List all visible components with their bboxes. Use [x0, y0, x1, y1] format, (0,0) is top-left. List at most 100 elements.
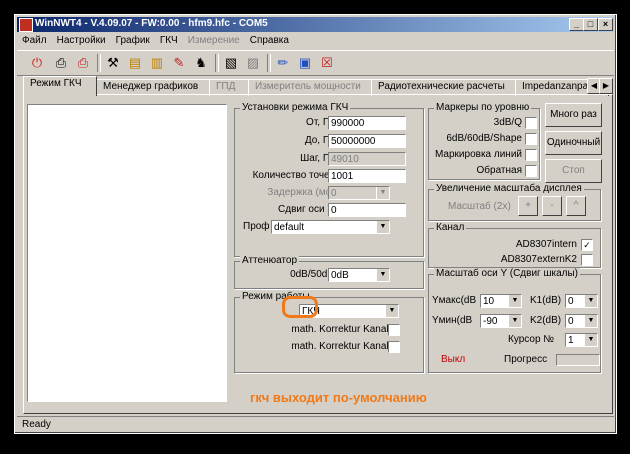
y-scale-group: Масштаб оси Y (Сдвиг шкалы) Yмакс(dB 10 ▼… — [428, 268, 601, 373]
tab-sweep[interactable]: Режим ГКЧ — [23, 76, 97, 96]
save-icon[interactable]: ▣ — [295, 53, 315, 73]
shift-input[interactable]: 0 — [328, 203, 406, 217]
points-input[interactable]: 1001 — [328, 169, 406, 183]
progress-label: Прогресс — [504, 354, 548, 365]
ymin-label: Yмин(dB — [432, 315, 473, 326]
maximize-icon[interactable]: □ — [583, 18, 598, 31]
print-color-icon[interactable]: ⎙ — [73, 53, 93, 73]
pencil-icon[interactable]: ✏ — [273, 53, 293, 73]
marker-3db-checkbox[interactable] — [525, 117, 537, 129]
marker-lines-label: Маркировка линий — [434, 149, 522, 160]
mode-group: Режим работы ГКЧ ▼ math. Korrektur Kanal … — [234, 291, 424, 373]
zoom-up-button[interactable]: ^ — [566, 196, 586, 216]
attenuator-title: Аттенюатор — [240, 255, 300, 266]
off-label: Выкл — [441, 354, 466, 365]
title-bar[interactable]: WinNWT4 - V.4.09.07 - FW:0.00 - hfm9.hfc… — [17, 17, 614, 32]
k2-label: K2(dB) — [530, 315, 562, 326]
menu-help[interactable]: Справка — [245, 34, 294, 47]
korrektur-2-label: math. Korrektur Kanal 2 — [291, 341, 397, 352]
close-icon[interactable]: × — [598, 18, 613, 31]
channel-title: Канал — [434, 222, 467, 233]
marker-inverse-checkbox[interactable] — [525, 165, 537, 177]
app-icon — [19, 18, 33, 32]
linux-icon[interactable]: ♞ — [191, 53, 211, 73]
y-scale-title: Масштаб оси Y (Сдвиг шкалы) — [434, 268, 580, 279]
k1-select[interactable]: 0 ▼ — [565, 294, 598, 308]
channel-group: Канал AD8307intern ✓ AD8307externK2 — [428, 222, 601, 268]
export-icon[interactable]: ▧ — [221, 53, 241, 73]
ymin-select[interactable]: -90 ▼ — [480, 314, 522, 328]
menu-bar: Файл Настройки График ГКЧ Измерение Справка — [17, 34, 294, 49]
delete-icon[interactable]: ☒ — [317, 53, 337, 73]
zoom-label: Масштаб (2x) — [448, 201, 511, 212]
marker-icon[interactable]: ✎ — [169, 53, 189, 73]
attenuator-select[interactable]: 0dB ▼ — [328, 268, 390, 282]
delay-select: 0 ▼ — [328, 186, 390, 200]
menu-measure[interactable]: Измерение — [183, 34, 245, 47]
k2-select[interactable]: 0 ▼ — [565, 314, 598, 328]
stop-button[interactable]: Стоп — [545, 159, 602, 183]
toolbar-separator — [215, 54, 219, 72]
korrektur-2-checkbox[interactable] — [388, 341, 400, 353]
profile-select[interactable]: default ▼ — [271, 220, 390, 234]
chart-open-icon[interactable]: ▤ — [125, 53, 145, 73]
marker-6db-checkbox[interactable] — [525, 133, 537, 145]
chart-save-icon[interactable]: ▥ — [147, 53, 167, 73]
zoom-plus-button[interactable]: + — [518, 196, 538, 216]
single-sweep-button[interactable]: Одиночный — [545, 131, 602, 155]
level-markers-title: Маркеры по уровню — [434, 102, 532, 113]
chevron-down-icon: ▼ — [376, 269, 389, 281]
channel-intern-label: AD8307intern — [515, 239, 577, 250]
annotation-text: гкч выходит по-умолчанию — [250, 390, 427, 405]
menu-settings[interactable]: Настройки — [52, 34, 111, 47]
ymax-label: Yмакс(dB — [432, 295, 477, 306]
menu-file[interactable]: Файл — [17, 34, 52, 47]
marker-lines-checkbox[interactable] — [525, 149, 537, 161]
progress-bar — [556, 354, 600, 366]
zoom-title: Увеличение масштаба дисплея — [434, 183, 584, 194]
power-icon[interactable]: ⏻ — [27, 53, 47, 73]
ymax-select[interactable]: 10 ▼ — [480, 294, 522, 308]
marker-inverse-label: Обратная — [476, 165, 523, 176]
export-all-icon[interactable]: ▨ — [243, 53, 263, 73]
shift-label: Сдвиг оси Y — [278, 204, 334, 215]
chevron-down-icon: ▼ — [376, 221, 389, 233]
menu-graph[interactable]: График — [111, 34, 155, 47]
annotation-highlight — [282, 296, 318, 318]
chevron-down-icon: ▼ — [584, 315, 597, 327]
marker-3db-label: 3dB/Q — [493, 117, 522, 128]
main-window: WinNWT4 - V.4.09.07 - FW:0.00 - hfm9.hfc… — [14, 14, 617, 434]
chevron-down-icon: ▼ — [508, 315, 521, 327]
sweep-settings-title: Установки режима ГКЧ — [240, 102, 351, 113]
multi-sweep-button[interactable]: Много раз — [545, 103, 602, 127]
check-icon: ✓ — [583, 240, 591, 250]
cursor-select[interactable]: 1 ▼ — [565, 333, 598, 347]
chevron-down-icon: ▼ — [584, 334, 597, 346]
channel-intern-checkbox[interactable]: ✓ — [581, 239, 593, 251]
chevron-down-icon: ▼ — [584, 295, 597, 307]
chevron-down-icon: ▼ — [508, 295, 521, 307]
tools-icon[interactable]: ⚒ — [103, 53, 123, 73]
menu-sweep[interactable]: ГКЧ — [155, 34, 183, 47]
to-input[interactable]: 50000000 — [328, 134, 406, 148]
chevron-down-icon: ▼ — [385, 305, 398, 317]
minimize-icon[interactable]: _ — [569, 18, 584, 31]
window-title: WinNWT4 - V.4.09.07 - FW:0.00 - hfm9.hfc… — [35, 18, 268, 29]
marker-6db-label: 6dB/60dB/Shape — [446, 133, 522, 144]
tab-scroll-right-icon[interactable]: ▶ — [599, 78, 613, 94]
channel-extern-label: AD8307externK2 — [500, 254, 577, 265]
level-markers-group: Маркеры по уровню 3dB/Q 6dB/60dB/Shape М… — [428, 102, 540, 180]
zoom-minus-button[interactable]: - — [542, 196, 562, 216]
korrektur-1-checkbox[interactable] — [388, 324, 400, 336]
toolbar-separator — [267, 54, 271, 72]
channel-extern-checkbox[interactable] — [581, 254, 593, 266]
print-icon[interactable]: ⎙ — [51, 53, 71, 73]
toolbar: ⏻ ⎙ ⎙ ⚒ ▤ ▥ ✎ ♞ ▧ ▨ ✏ ▣ ☒ — [17, 50, 614, 76]
from-input[interactable]: 990000 — [328, 116, 406, 130]
plot-area[interactable] — [27, 104, 227, 402]
sweep-settings-group: Установки режима ГКЧ От, Гц 990000 До, Г… — [234, 102, 424, 257]
profile-label: Проф — [243, 221, 270, 232]
tab-strip: Режим ГКЧ Менеджер графиков ГПД Измерите… — [23, 76, 613, 96]
toolbar-separator — [97, 54, 101, 72]
chevron-down-icon: ▼ — [376, 187, 389, 199]
